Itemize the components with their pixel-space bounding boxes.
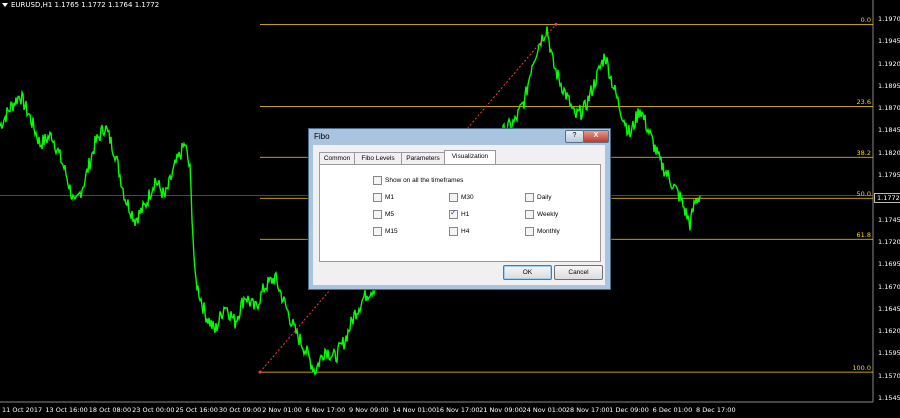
time-tick-label: 18 Oct 08:00 bbox=[88, 406, 132, 414]
show-all-timeframes-checkbox[interactable]: Show on all the timeframes bbox=[373, 176, 463, 185]
time-tick-label: 1 Dec 09:00 bbox=[609, 406, 649, 414]
timeframe-daily-checkbox[interactable]: Daily bbox=[525, 193, 551, 202]
checkbox-box[interactable] bbox=[525, 210, 534, 219]
time-tick-label: 21 Nov 09:00 bbox=[479, 406, 523, 414]
timeframe-m30-checkbox[interactable]: M30 bbox=[449, 193, 474, 202]
time-tick-label: 8 Dec 17:00 bbox=[696, 406, 736, 414]
checkbox-box[interactable] bbox=[373, 210, 382, 219]
price-tick-label: 1.1845 bbox=[878, 126, 900, 135]
price-tick-label: 1.1970 bbox=[878, 15, 900, 23]
price-tick-label: 1.1920 bbox=[878, 59, 900, 68]
checkbox-box[interactable] bbox=[525, 193, 534, 202]
price-tick-label: 1.1670 bbox=[878, 282, 900, 291]
time-tick-label: 2 Nov 01:00 bbox=[262, 406, 302, 414]
checkbox-box[interactable] bbox=[373, 176, 382, 185]
tab-parameters[interactable]: Parameters bbox=[401, 152, 445, 164]
time-tick-label: 30 Oct 09:00 bbox=[218, 406, 262, 414]
timeframe-monthly-checkbox[interactable]: Monthly bbox=[525, 227, 560, 236]
checkbox-box[interactable] bbox=[373, 193, 382, 202]
price-tick-label: 1.1545 bbox=[878, 394, 900, 402]
time-tick-label: 16 Nov 17:00 bbox=[435, 406, 480, 414]
price-tick-label: 1.1820 bbox=[878, 148, 900, 157]
price-tick-label: 1.1795 bbox=[878, 171, 900, 180]
fib-level-label: 61.8 bbox=[856, 231, 871, 240]
checkbox-box-checked[interactable] bbox=[449, 208, 458, 219]
checkbox-box[interactable] bbox=[373, 227, 382, 236]
fib-level-label: 0.0 bbox=[860, 16, 871, 25]
price-tick-label: 1.1645 bbox=[878, 304, 900, 313]
time-tick-label: 25 Oct 16:00 bbox=[175, 406, 218, 414]
time-tick-label: 11 Oct 2017 bbox=[2, 406, 43, 414]
fib-level-label: 23.6 bbox=[856, 98, 871, 107]
close-button[interactable]: X bbox=[583, 130, 609, 143]
timeframe-m5-checkbox[interactable]: M5 bbox=[373, 210, 394, 219]
cancel-button[interactable]: Cancel bbox=[554, 265, 603, 280]
symbol-info: EURUSD,H1 1.1765 1.1772 1.1764 1.1772 bbox=[11, 1, 160, 9]
fib-level-label: 100.0 bbox=[852, 364, 871, 373]
symbol-header: EURUSD,H1 1.1765 1.1772 1.1764 1.1772 bbox=[2, 1, 159, 9]
fib-level-label: 38.2 bbox=[856, 149, 871, 158]
ok-button[interactable]: OK bbox=[503, 265, 552, 280]
tab-fibo-levels[interactable]: Fibo Levels bbox=[354, 152, 402, 164]
tab-common[interactable]: Common bbox=[319, 152, 355, 164]
checkbox-box[interactable] bbox=[525, 227, 534, 236]
price-tick-label: 1.1595 bbox=[878, 349, 900, 358]
help-button[interactable]: ? bbox=[565, 130, 584, 143]
time-tick-label: 13 Oct 16:00 bbox=[45, 406, 88, 414]
time-tick-label: 6 Nov 17:00 bbox=[305, 406, 346, 414]
tab-visualization[interactable]: Visualization bbox=[444, 150, 496, 164]
time-tick-label: 14 Nov 01:00 bbox=[392, 406, 437, 414]
timeframe-h4-checkbox[interactable]: H4 bbox=[449, 227, 469, 236]
dialog-body: Common Fibo Levels Parameters Visualizat… bbox=[313, 145, 605, 285]
price-tick-label: 1.1895 bbox=[878, 81, 900, 90]
price-tick-label: 1.1945 bbox=[878, 37, 900, 46]
time-tick-label: 6 Dec 01:00 bbox=[652, 406, 693, 414]
fibo-anchor-end bbox=[554, 22, 558, 26]
time-tick-label: 23 Oct 00:00 bbox=[132, 406, 175, 414]
time-tick-label: 24 Nov 01:00 bbox=[522, 406, 567, 414]
timeframe-m1-checkbox[interactable]: M1 bbox=[373, 193, 394, 202]
visualization-panel: Show on all the timeframes M1 M5 M15 M30… bbox=[319, 164, 601, 262]
dialog-title: Fibo bbox=[314, 132, 330, 141]
checkbox-box[interactable] bbox=[449, 193, 458, 202]
current-price-label: 1.1772 bbox=[874, 193, 900, 203]
timeframe-weekly-checkbox[interactable]: Weekly bbox=[525, 210, 558, 219]
checkbox-box[interactable] bbox=[449, 227, 458, 236]
price-tick-label: 1.1570 bbox=[878, 371, 900, 380]
fib-level-label: 50.0 bbox=[856, 190, 871, 199]
price-tick-label: 1.1870 bbox=[878, 104, 900, 113]
price-tick-label: 1.1695 bbox=[878, 260, 900, 269]
fibo-dialog: Fibo ? X Common Fibo Levels Parameters V… bbox=[308, 128, 611, 290]
price-tick-label: 1.1620 bbox=[878, 327, 900, 336]
time-tick-label: 28 Nov 17:00 bbox=[565, 406, 610, 414]
price-tick-label: 1.1745 bbox=[878, 215, 900, 224]
timeframe-h1-checkbox[interactable]: H1 bbox=[449, 208, 469, 219]
price-tick-label: 1.1720 bbox=[878, 237, 900, 246]
fibo-anchor-start bbox=[258, 370, 262, 374]
timeframe-m15-checkbox[interactable]: M15 bbox=[373, 227, 398, 236]
time-tick-label: 9 Nov 09:00 bbox=[349, 406, 389, 414]
dropdown-arrow-icon[interactable] bbox=[2, 3, 8, 7]
